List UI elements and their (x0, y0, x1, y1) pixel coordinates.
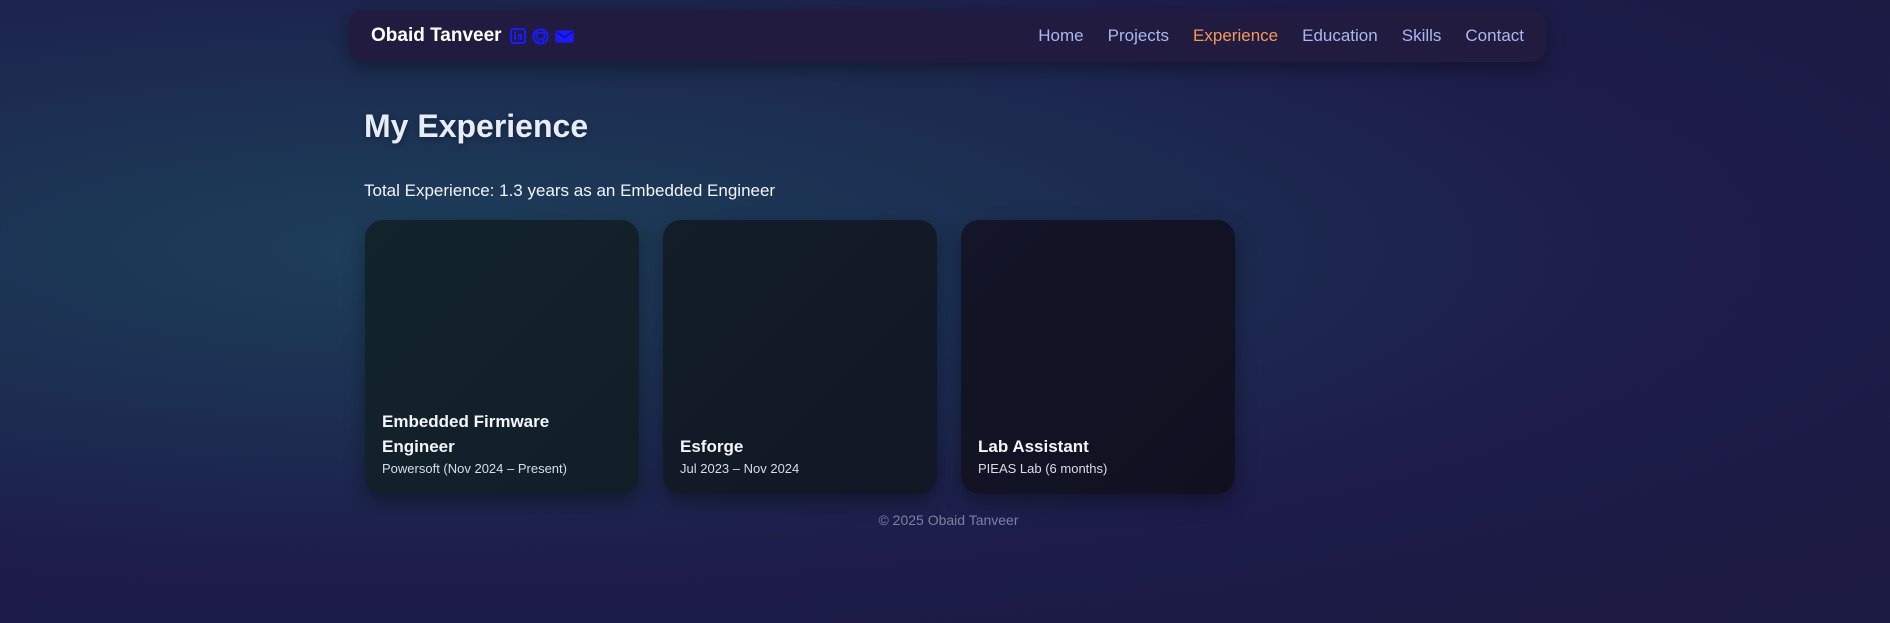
nav-home[interactable]: Home (1038, 26, 1083, 46)
experience-card[interactable]: Lab Assistant PIEAS Lab (6 months) (961, 220, 1235, 494)
experience-card-title: Embedded Firmware Engineer (382, 412, 550, 456)
experience-card-subtitle: PIEAS Lab (6 months) (978, 461, 1108, 476)
experience-card-subtitle: Jul 2023 – Nov 2024 (680, 461, 800, 476)
nav-experience[interactable]: Experience (1193, 26, 1278, 46)
nav-contact[interactable]: Contact (1465, 26, 1524, 46)
nav-education[interactable]: Education (1302, 26, 1378, 46)
experience-card-title: Esforge (680, 437, 744, 456)
experience-card-title: Lab Assistant (978, 437, 1089, 456)
footer-copyright: © 2025 Obaid Tanveer (878, 512, 1019, 528)
top-navbar: Obaid Tanveer Home Projects Experience E… (349, 10, 1546, 62)
brand-name[interactable]: Obaid Tanveer (371, 25, 502, 47)
experience-card-subtitle: Powersoft (Nov 2024 – Present) (382, 461, 567, 476)
linkedin-icon[interactable] (509, 28, 526, 44)
nav-links: Home Projects Experience Education Skill… (1038, 26, 1524, 46)
experience-cards: Embedded Firmware Engineer Powersoft (No… (365, 220, 1235, 494)
email-icon[interactable] (555, 29, 574, 44)
github-icon[interactable] (532, 27, 549, 45)
experience-card[interactable]: Esforge Jul 2023 – Nov 2024 (663, 220, 937, 494)
total-experience-text: Total Experience: 1.3 years as an Embedd… (364, 181, 776, 200)
brand: Obaid Tanveer (371, 25, 574, 47)
experience-card[interactable]: Embedded Firmware Engineer Powersoft (No… (365, 220, 639, 494)
nav-projects[interactable]: Projects (1108, 26, 1169, 46)
social-icons (509, 27, 574, 45)
nav-skills[interactable]: Skills (1402, 26, 1442, 46)
page-title: My Experience (364, 108, 589, 144)
